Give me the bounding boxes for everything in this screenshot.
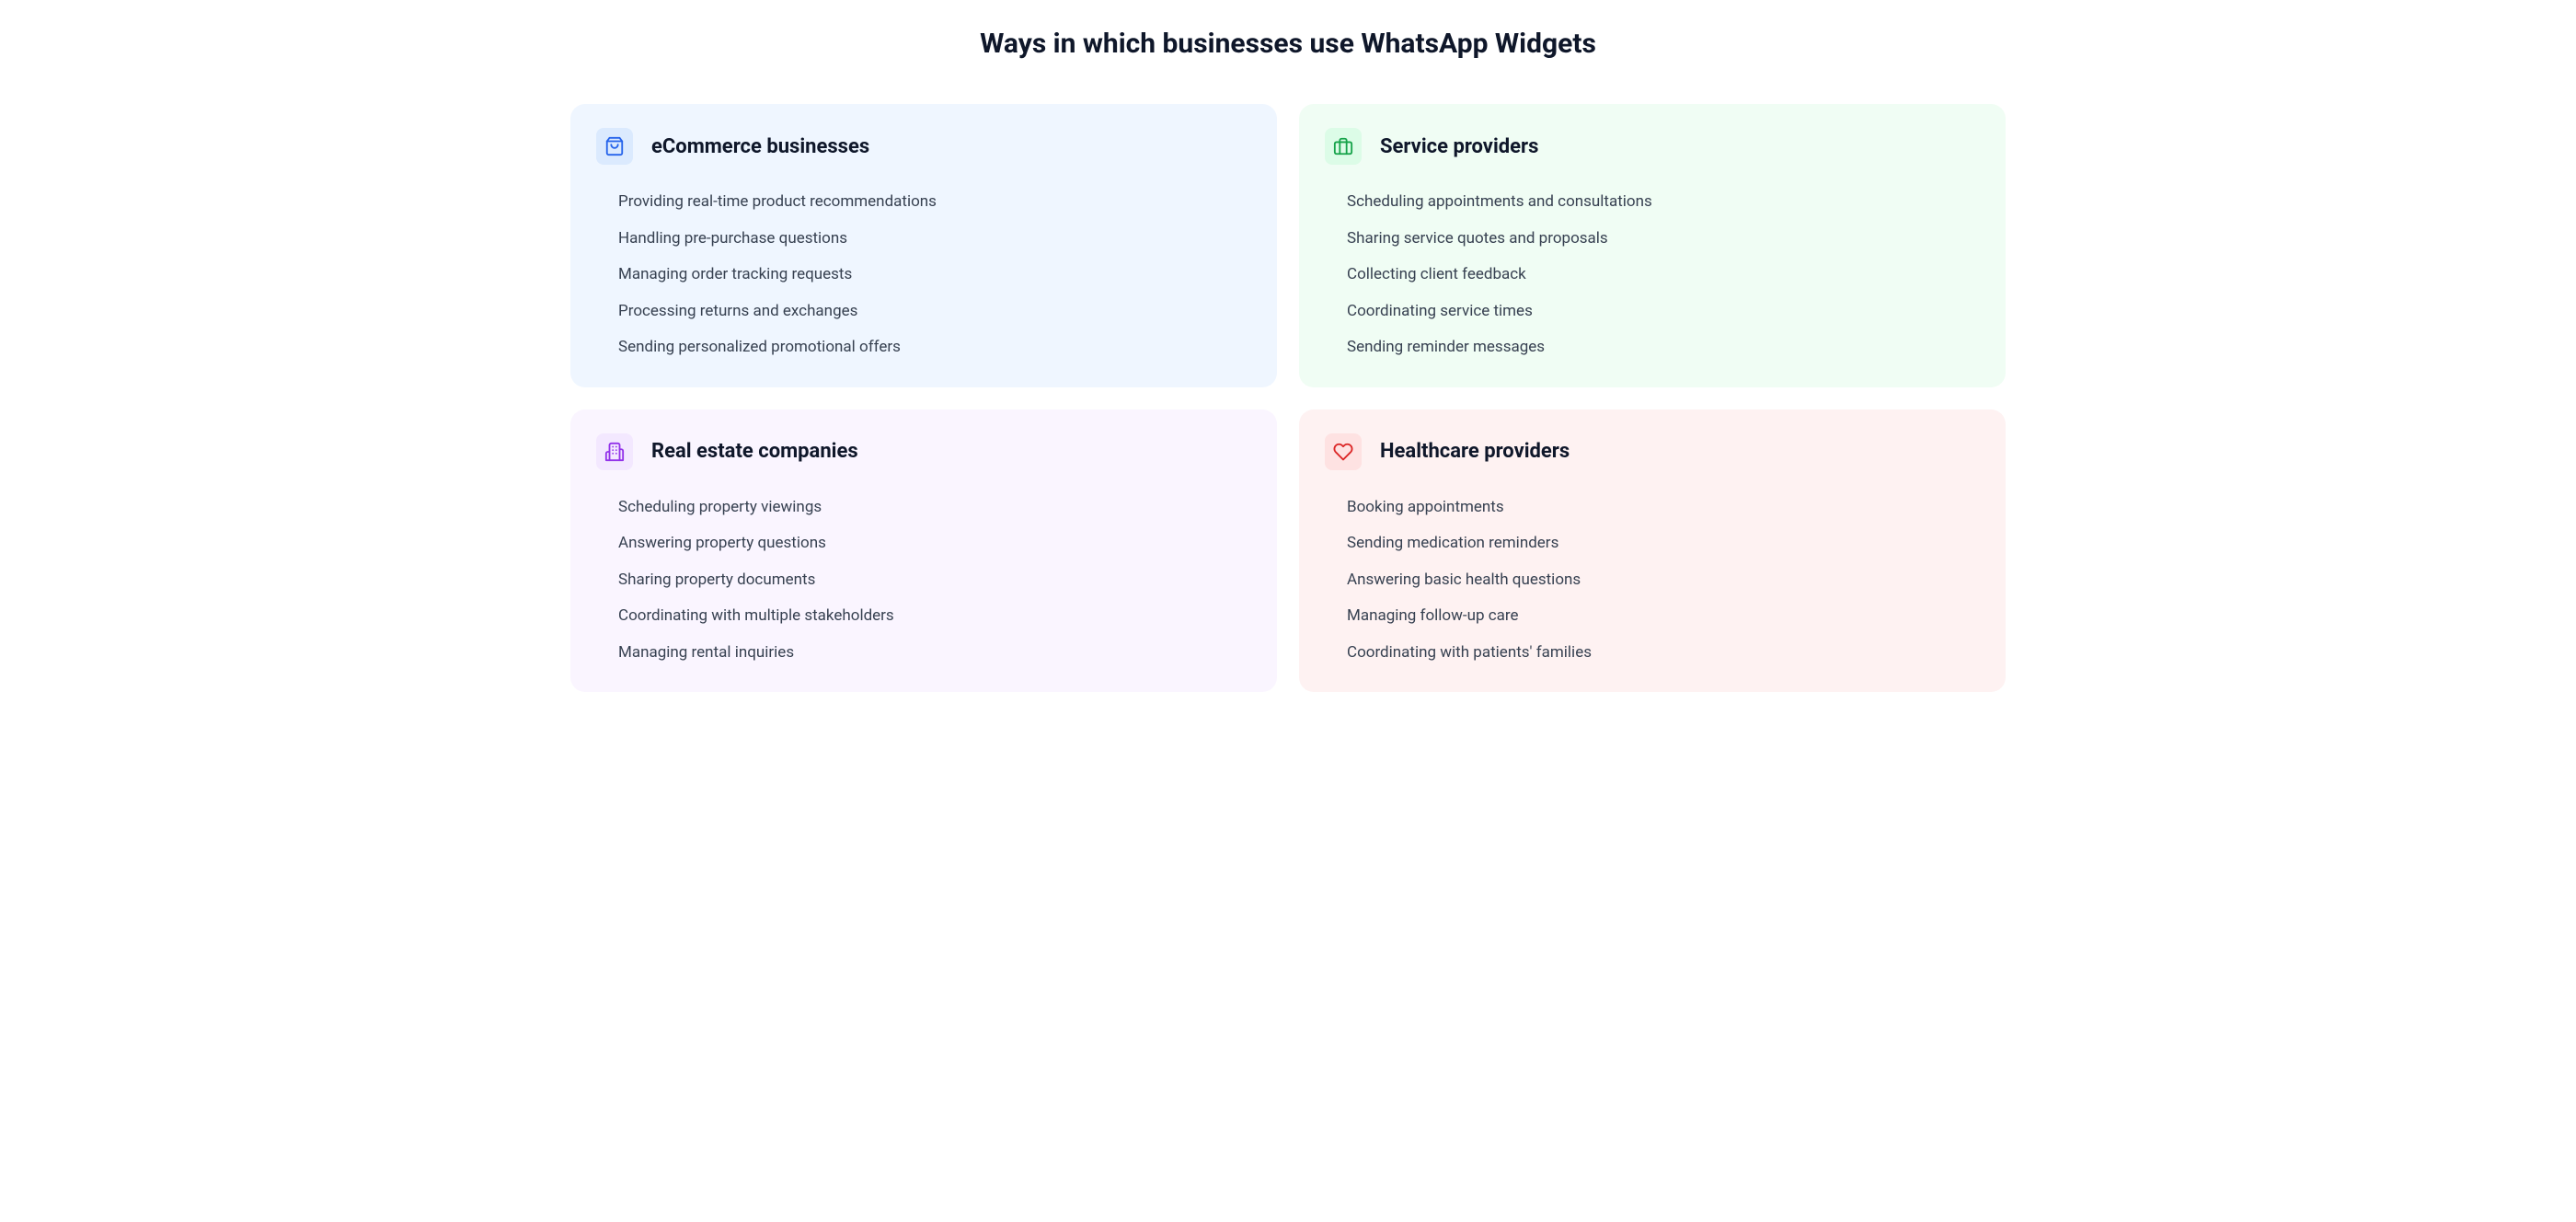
list-item: Coordinating with patients' families [1347,641,1980,665]
list-item: Collecting client feedback [1347,263,1980,287]
card-header: eCommerce businesses [596,128,1251,165]
briefcase-icon [1325,128,1362,165]
item-list: Scheduling appointments and consultation… [1325,190,1980,360]
item-list: Providing real-time product recommendati… [596,190,1251,360]
list-item: Managing follow-up care [1347,605,1980,628]
list-item: Processing returns and exchanges [618,300,1251,324]
card-healthcare: Healthcare providers Booking appointment… [1299,409,2006,693]
list-item: Coordinating with multiple stakeholders [618,605,1251,628]
list-item: Sending personalized promotional offers [618,336,1251,360]
list-item: Managing rental inquiries [618,641,1251,665]
list-item: Sharing property documents [618,569,1251,593]
list-item: Answering basic health questions [1347,569,1980,593]
card-ecommerce: eCommerce businesses Providing real-time… [570,104,1277,387]
cards-grid: eCommerce businesses Providing real-time… [570,104,2006,692]
card-title: eCommerce businesses [651,135,869,158]
list-item: Coordinating service times [1347,300,1980,324]
list-item: Booking appointments [1347,496,1980,520]
card-title: Healthcare providers [1380,440,1570,463]
card-title: Service providers [1380,135,1538,158]
card-header: Service providers [1325,128,1980,165]
heart-icon [1325,433,1362,470]
list-item: Sending reminder messages [1347,336,1980,360]
card-header: Real estate companies [596,433,1251,470]
list-item: Handling pre-purchase questions [618,227,1251,251]
list-item: Answering property questions [618,532,1251,556]
card-header: Healthcare providers [1325,433,1980,470]
card-realestate: Real estate companies Scheduling propert… [570,409,1277,693]
list-item: Scheduling appointments and consultation… [1347,190,1980,214]
building-icon [596,433,633,470]
item-list: Scheduling property viewings Answering p… [596,496,1251,665]
item-list: Booking appointments Sending medication … [1325,496,1980,665]
card-service: Service providers Scheduling appointment… [1299,104,2006,387]
shopping-bag-icon [596,128,633,165]
list-item: Sharing service quotes and proposals [1347,227,1980,251]
page-title: Ways in which businesses use WhatsApp Wi… [26,28,2550,60]
list-item: Scheduling property viewings [618,496,1251,520]
list-item: Sending medication reminders [1347,532,1980,556]
list-item: Managing order tracking requests [618,263,1251,287]
card-title: Real estate companies [651,440,858,463]
list-item: Providing real-time product recommendati… [618,190,1251,214]
